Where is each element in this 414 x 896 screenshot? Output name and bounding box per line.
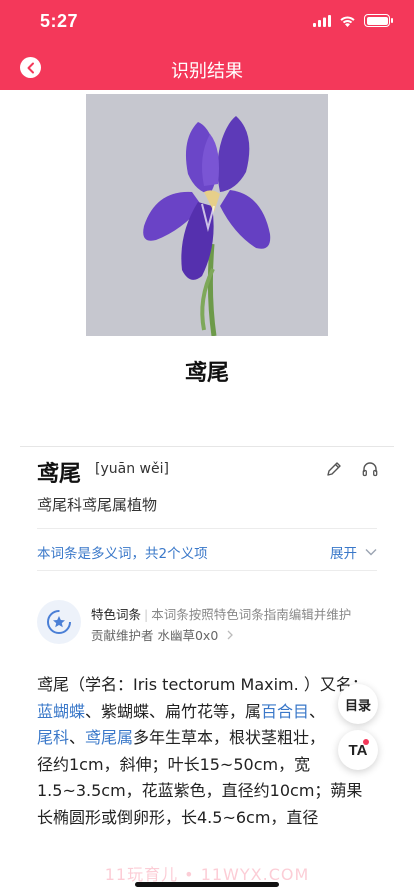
status-time: 5:27 — [40, 11, 79, 31]
body-line: 蓝蝴蝶、紫蝴蝶、扁竹花等，属百合目、 — [37, 699, 377, 726]
body-text-span: 多年生草本，根状茎粗壮， — [133, 728, 326, 748]
iris-flower-image — [86, 94, 328, 336]
result-photo — [86, 94, 328, 336]
link-wei-ke[interactable]: 尾科 — [37, 728, 69, 747]
listen-button[interactable] — [360, 459, 380, 479]
result-name: 鸢尾 — [184, 361, 229, 386]
body-line: 径约1cm，斜伸；叶长15~50cm，宽 — [37, 754, 311, 774]
wifi-icon — [340, 16, 355, 27]
body-text-span: 、紫蝴蝶、扁竹花等，属 — [85, 701, 262, 721]
featured-entry-badge — [37, 600, 81, 644]
body-line: 长椭圆形或倒卵形，长4.5~6cm，直径 — [37, 807, 319, 827]
expand-label: 展开 — [330, 546, 357, 562]
notification-dot — [363, 739, 369, 745]
link-lan-hu-die[interactable]: 蓝蝴蝶 — [37, 702, 85, 721]
polysemy-row[interactable]: 本词条是多义词，共2个义项 展开 — [37, 528, 377, 571]
home-indicator — [135, 882, 279, 887]
pinyin: [yuān wěi] — [95, 461, 169, 477]
chevron-down-icon — [365, 549, 377, 556]
entry-summary: 鸢尾科鸢尾属植物 — [37, 496, 158, 514]
headphones-icon — [362, 462, 378, 477]
status-bar: 5:27 — [0, 0, 414, 46]
link-bai-he-mu[interactable]: 百合目 — [261, 702, 309, 721]
featured-entry-info: 特色词条 | 本词条按照特色词条指南编辑并维护 — [91, 604, 351, 623]
edit-button[interactable] — [324, 459, 344, 479]
entry-title: 鸢尾 — [37, 462, 82, 487]
battery-icon — [364, 14, 393, 27]
table-of-contents-button[interactable]: 目录 — [338, 684, 378, 724]
link-yuan-wei-shu[interactable]: 鸢尾属 — [85, 728, 133, 747]
body-line: 尾科、鸢尾属多年生草本，根状茎粗壮， — [37, 725, 377, 752]
body-line: 1.5~3.5cm，花蓝紫色，直径约10cm；蒴果 — [37, 781, 363, 801]
body-text-span: 、 — [69, 728, 86, 748]
nav-bar: 识别结果 — [0, 46, 414, 90]
page-title: 识别结果 — [171, 61, 243, 82]
expand-button[interactable]: 展开 — [330, 542, 377, 562]
pencil-icon — [327, 462, 341, 476]
featured-entry-desc: 本词条按照特色词条指南编辑并维护 — [151, 607, 352, 622]
contributor-link[interactable]: 贡献维护者 水幽草0x0 — [91, 625, 234, 644]
body-text-span: 、 — [309, 701, 326, 721]
star-badge-icon — [47, 610, 71, 634]
body-line: 鸢尾（学名：Iris tectorum Maxim. ）又名： — [37, 675, 368, 694]
featured-entry-label: 特色词条 — [91, 607, 142, 622]
separator: | — [144, 607, 149, 622]
contributor-text: 贡献维护者 水幽草0x0 — [91, 628, 219, 643]
ta-button[interactable]: TA — [338, 730, 378, 770]
signal-icon — [313, 14, 331, 27]
toc-label: 目录 — [344, 698, 371, 714]
divider — [20, 446, 394, 447]
polysemy-text: 本词条是多义词，共2个义项 — [37, 546, 208, 562]
article-body: 鸢尾（学名：Iris tectorum Maxim. ）又名： 蓝蝴蝶、紫蝴蝶、… — [37, 672, 377, 832]
chevron-right-icon — [227, 630, 234, 640]
status-icons — [313, 14, 393, 27]
